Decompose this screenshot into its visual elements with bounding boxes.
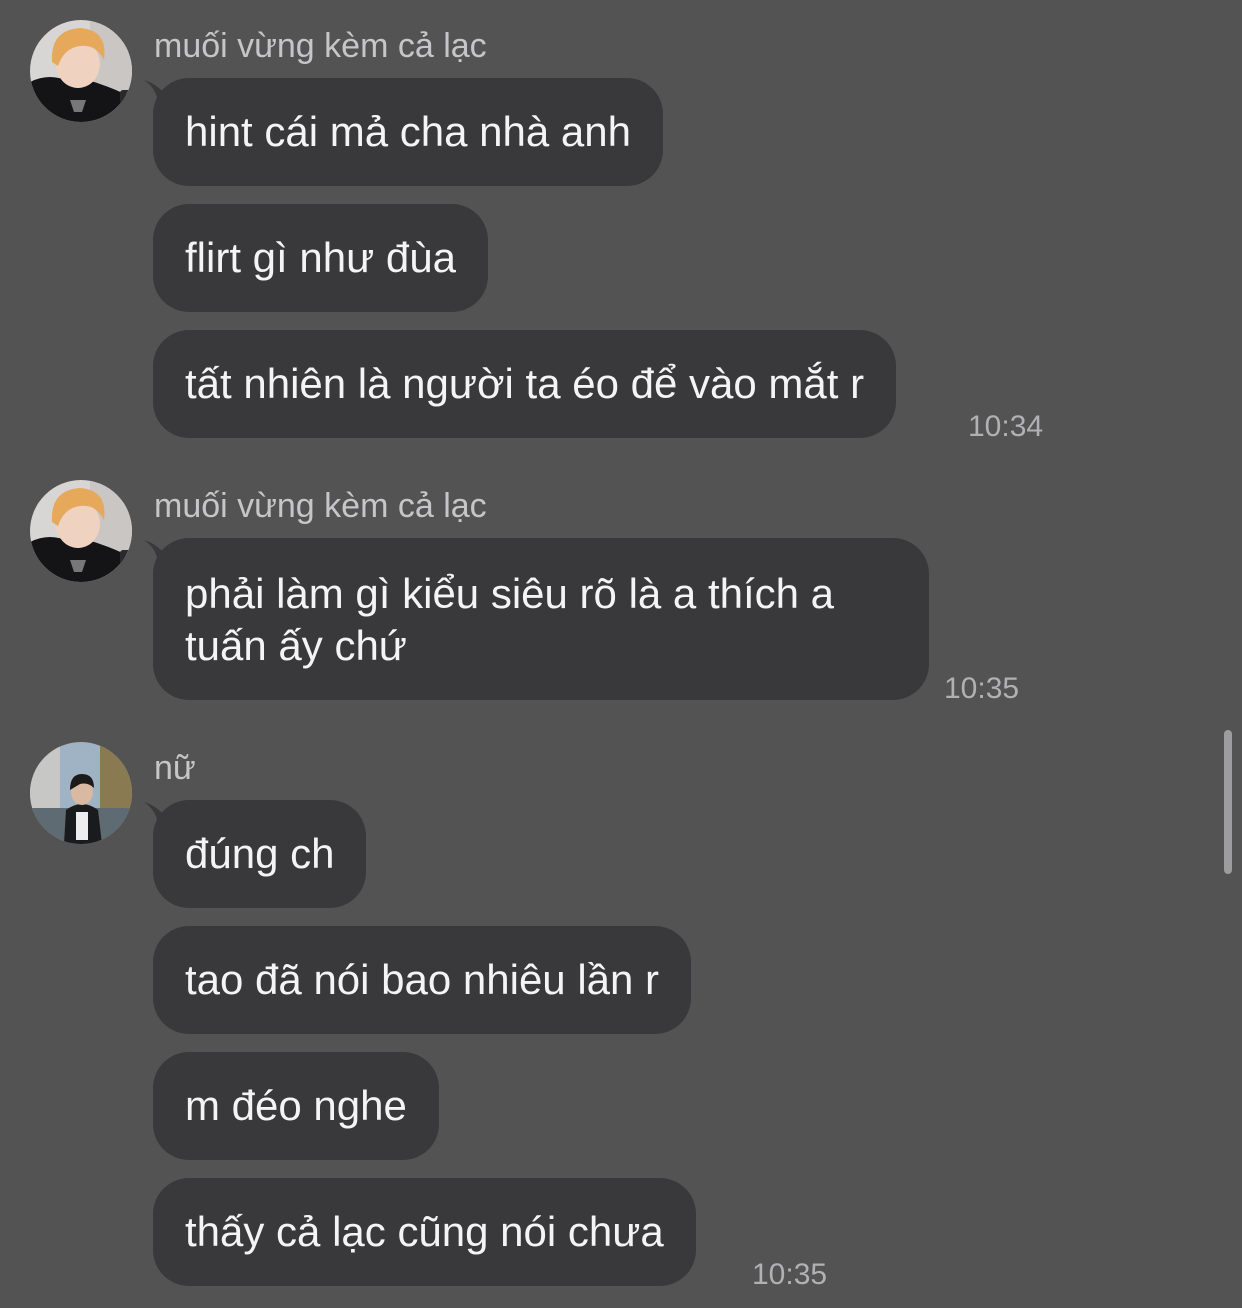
message-timestamp: 10:35 bbox=[752, 1258, 828, 1291]
sender-name: muối vừng kèm cả lạc bbox=[154, 27, 487, 65]
avatar-muoi-vung[interactable] bbox=[30, 20, 132, 122]
message-timestamp: 10:35 bbox=[944, 672, 1020, 705]
message-bubble[interactable]: tao đã nói bao nhiêu lần r bbox=[153, 926, 692, 1034]
message-bubble[interactable]: flirt gì như đùa bbox=[153, 204, 488, 312]
message-bubble[interactable]: hint cái mả cha nhà anh bbox=[153, 78, 663, 186]
avatar-nu[interactable] bbox=[30, 742, 132, 844]
message-bubble[interactable]: phải làm gì kiểu siêu rõ là a thích a tu… bbox=[153, 538, 929, 700]
avatar-muoi-vung[interactable] bbox=[30, 480, 132, 582]
user-avatar-blond-icon bbox=[30, 20, 132, 122]
message-bubble[interactable]: thấy cả lạc cũng nói chưa bbox=[153, 1178, 696, 1286]
user-avatar-street-icon bbox=[30, 742, 132, 844]
message-bubble[interactable]: đúng ch bbox=[153, 800, 367, 908]
scrollbar[interactable] bbox=[1224, 730, 1232, 874]
sender-name: nữ bbox=[154, 749, 196, 787]
message-timestamp: 10:34 bbox=[968, 410, 1044, 443]
sender-name: muối vừng kèm cả lạc bbox=[154, 487, 487, 525]
user-avatar-blond-icon bbox=[30, 480, 132, 582]
message-bubble[interactable]: tất nhiên là người ta éo để vào mắt r bbox=[153, 330, 897, 438]
message-bubble[interactable]: m đéo nghe bbox=[153, 1052, 439, 1160]
